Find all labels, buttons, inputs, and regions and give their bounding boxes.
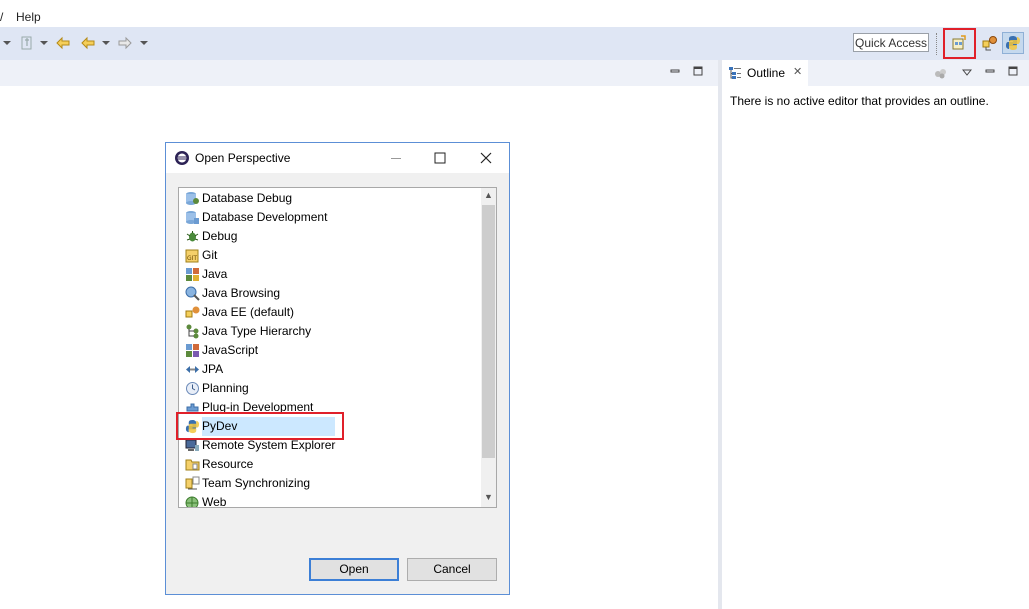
- outline-empty-message: There is no active editor that provides …: [730, 94, 989, 108]
- open-button[interactable]: Open: [309, 558, 399, 581]
- view-menu-icon[interactable]: [962, 68, 972, 78]
- back-edit-icon[interactable]: [55, 35, 71, 51]
- pydev-highlight: [176, 412, 344, 440]
- window-minimize-icon[interactable]: [387, 150, 405, 166]
- cancel-button[interactable]: Cancel: [407, 558, 497, 581]
- maximize-icon[interactable]: [693, 66, 703, 76]
- pydev-perspective-button[interactable]: [1002, 32, 1024, 54]
- list-item[interactable]: Database Debug: [181, 189, 481, 208]
- quick-access-field[interactable]: Quick Access: [853, 33, 929, 52]
- list-scrollbar[interactable]: ▲ ▼: [481, 188, 496, 507]
- perspective-list[interactable]: Database Debug Database Development Debu…: [178, 187, 497, 508]
- outline-view-header: Outline ✕: [722, 60, 1029, 86]
- java-browsing-icon: [185, 286, 200, 301]
- dialog-title-bar: Open Perspective: [166, 143, 509, 173]
- list-item[interactable]: Java Browsing: [181, 284, 481, 303]
- close-icon[interactable]: ✕: [793, 65, 802, 78]
- java-icon: [186, 268, 199, 281]
- editor-area-header: [0, 60, 718, 86]
- menu-bar: / Help: [0, 0, 1029, 27]
- list-item[interactable]: Team Synchronizing: [181, 474, 481, 493]
- list-item[interactable]: Debug: [181, 227, 481, 246]
- java-ee-icon: [185, 306, 200, 318]
- menu-item-partial[interactable]: /: [0, 10, 3, 24]
- remote-system-icon: [185, 439, 199, 451]
- window-close-icon[interactable]: [477, 150, 495, 166]
- list-item[interactable]: Java: [181, 265, 481, 284]
- scroll-down-icon[interactable]: ▼: [484, 492, 493, 502]
- dropdown-arrow-icon[interactable]: [3, 41, 11, 45]
- jpa-icon: [186, 366, 199, 373]
- back-icon[interactable]: [80, 35, 96, 51]
- team-sync-icon: [185, 476, 200, 490]
- list-item[interactable]: Planning: [181, 379, 481, 398]
- database-debug-icon: [186, 192, 199, 205]
- menu-help[interactable]: Help: [16, 10, 41, 24]
- list-item[interactable]: GIT Git: [181, 246, 481, 265]
- svg-text:GIT: GIT: [187, 255, 197, 262]
- scrollbar-thumb[interactable]: [482, 205, 495, 458]
- planning-icon: [186, 382, 199, 395]
- javascript-icon: [186, 344, 199, 357]
- minimize-icon[interactable]: [985, 66, 995, 76]
- pin-dropdown-icon[interactable]: [40, 41, 48, 45]
- eclipse-icon: [175, 151, 189, 165]
- pin-icon[interactable]: [19, 35, 35, 51]
- main-toolbar: Quick Access: [0, 27, 1029, 61]
- toolbar-separator: [936, 33, 939, 55]
- outline-icon: [729, 67, 741, 79]
- outline-tab-label: Outline: [747, 66, 786, 80]
- list-item[interactable]: JavaScript: [181, 341, 481, 360]
- maximize-icon[interactable]: [1008, 66, 1018, 76]
- outline-view: There is no active editor that provides …: [722, 86, 1029, 609]
- dialog-title: Open Perspective: [195, 151, 291, 165]
- list-item[interactable]: Java EE (default): [181, 303, 481, 322]
- list-item[interactable]: JPA: [181, 360, 481, 379]
- resource-icon: [185, 459, 200, 471]
- window-maximize-icon[interactable]: [431, 150, 449, 166]
- pydev-perspective-icon: [1006, 36, 1020, 50]
- scroll-up-icon[interactable]: ▲: [484, 190, 493, 200]
- list-item[interactable]: Database Development: [181, 208, 481, 227]
- bug-icon: [186, 231, 199, 242]
- list-item[interactable]: Resource: [181, 455, 481, 474]
- open-perspective-dialog: Open Perspective Database Debug Database…: [165, 142, 510, 595]
- database-development-icon: [186, 211, 199, 224]
- tab-outline[interactable]: Outline ✕: [722, 60, 808, 86]
- minimize-icon[interactable]: [670, 66, 680, 76]
- web-icon: [185, 496, 199, 507]
- open-perspective-icon[interactable]: [951, 35, 967, 51]
- forward-icon[interactable]: [117, 35, 133, 51]
- list-item[interactable]: Web: [181, 493, 481, 507]
- type-hierarchy-icon: [186, 324, 199, 339]
- git-icon: GIT: [185, 249, 199, 263]
- list-item[interactable]: Java Type Hierarchy: [181, 322, 481, 341]
- java-ee-perspective-icon[interactable]: [982, 35, 998, 51]
- forward-dropdown-icon[interactable]: [140, 41, 148, 45]
- focus-active-task-icon[interactable]: [934, 67, 948, 79]
- back-dropdown-icon[interactable]: [102, 41, 110, 45]
